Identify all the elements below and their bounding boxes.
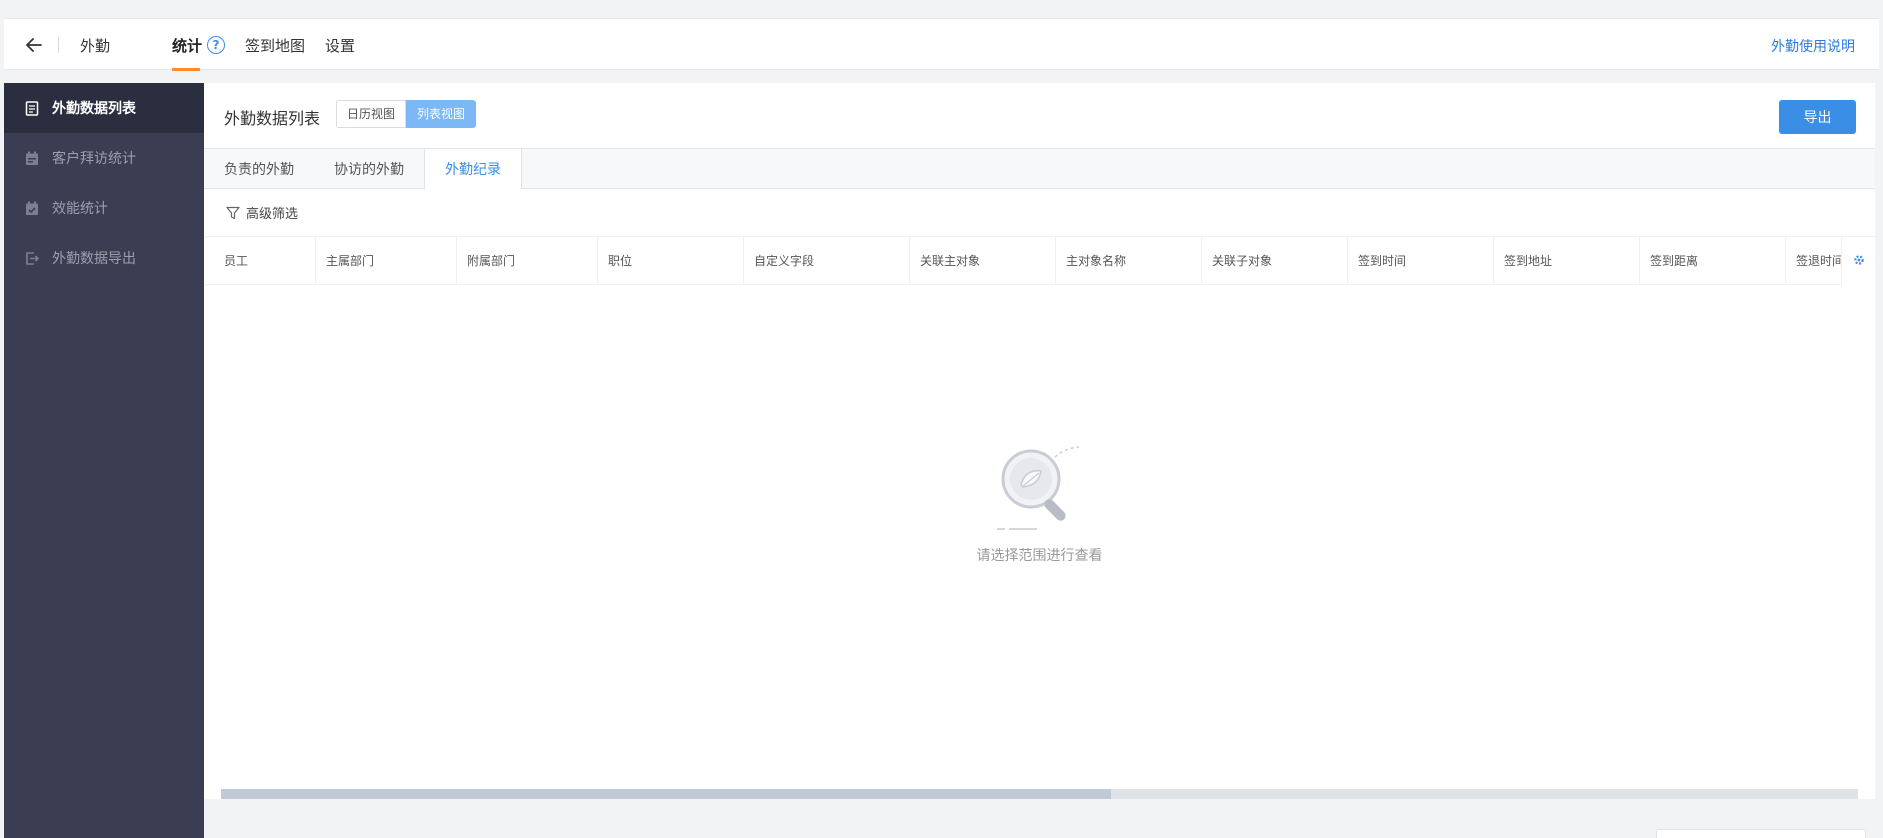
- empty-state: 请选择范围进行查看: [204, 443, 1875, 565]
- floating-panel-edge: [1656, 829, 1866, 838]
- sidebar: 外勤数据列表 客户拜访统计 效能统计 外勤数据导出: [4, 83, 204, 838]
- column-header[interactable]: 关联子对象: [1202, 236, 1348, 285]
- help-icon[interactable]: ?: [207, 36, 226, 54]
- page-title: 外勤数据列表: [224, 109, 321, 128]
- sidebar-item-label: 客户拜访统计: [52, 151, 136, 167]
- column-header[interactable]: 主对象名称: [1056, 236, 1202, 285]
- table-header: 员工 主属部门 附属部门 职位 自定义字段 关联主对象 主对象名称 关联子对象 …: [204, 236, 1875, 285]
- document-icon: [24, 100, 40, 116]
- sidebar-item-data-export[interactable]: 外勤数据导出: [4, 233, 204, 283]
- calendar-icon: [24, 150, 40, 166]
- column-header[interactable]: 签到时间: [1348, 236, 1494, 285]
- tab-assisted[interactable]: 协访的外勤: [314, 149, 424, 188]
- tab-responsible[interactable]: 负责的外勤: [204, 149, 314, 188]
- sidebar-item-efficiency[interactable]: 效能统计: [4, 183, 204, 233]
- column-header[interactable]: 主属部门: [316, 236, 457, 285]
- app-title: 外勤: [80, 37, 111, 55]
- nav-tab-label: 签到地图: [245, 36, 306, 55]
- export-button[interactable]: 导出: [1779, 100, 1856, 134]
- column-header[interactable]: 员工: [204, 236, 316, 285]
- export-icon: [24, 250, 40, 266]
- tab-records[interactable]: 外勤纪录: [424, 149, 522, 189]
- back-arrow-icon[interactable]: [22, 33, 46, 57]
- usage-guide-link[interactable]: 外勤使用说明: [1771, 36, 1855, 56]
- sidebar-item-label: 效能统计: [52, 201, 108, 217]
- column-header[interactable]: 签退时间: [1786, 237, 1841, 285]
- advanced-filter-label: 高级筛选: [246, 207, 299, 222]
- sidebar-item-data-list[interactable]: 外勤数据列表: [4, 83, 204, 133]
- view-toggle: 日历视图 列表视图: [336, 100, 477, 128]
- calendar-view-button[interactable]: 日历视图: [336, 100, 407, 128]
- horizontal-scrollbar[interactable]: [221, 789, 1858, 799]
- column-header[interactable]: 职位: [598, 236, 744, 285]
- filter-icon: [226, 206, 240, 220]
- main-panel: 外勤数据列表 日历视图 列表视图 导出 负责的外勤 协访的外勤 外勤纪录 高级筛…: [204, 83, 1875, 799]
- sidebar-item-label: 外勤数据导出: [52, 251, 136, 267]
- column-header[interactable]: 关联主对象: [910, 236, 1056, 285]
- list-view-button[interactable]: 列表视图: [406, 100, 477, 128]
- column-settings-button[interactable]: [1841, 237, 1875, 285]
- advanced-filter[interactable]: 高级筛选: [204, 189, 1875, 237]
- page-header: 外勤数据列表 日历视图 列表视图 导出: [204, 83, 1875, 149]
- top-nav-bar: 外勤 统计 ? 签到地图 设置 外勤使用说明: [4, 18, 1879, 71]
- column-header[interactable]: 签到地址: [1494, 236, 1640, 285]
- empty-state-text: 请选择范围进行查看: [976, 548, 1103, 564]
- gear-icon: [1852, 253, 1866, 270]
- nav-tab-checkin-map[interactable]: 签到地图: [245, 19, 305, 71]
- top-nav: 统计 ? 签到地图 设置: [172, 19, 375, 71]
- calendar-check-icon: [24, 200, 40, 216]
- column-header[interactable]: 签到距离: [1640, 236, 1786, 285]
- column-header[interactable]: 自定义字段: [744, 236, 910, 285]
- nav-tab-statistics[interactable]: 统计 ?: [172, 19, 226, 71]
- record-tabs: 负责的外勤 协访的外勤 外勤纪录: [204, 149, 1875, 189]
- nav-tab-settings[interactable]: 设置: [325, 19, 355, 71]
- magnifier-empty-icon: [996, 446, 1079, 530]
- sidebar-item-customer-visits[interactable]: 客户拜访统计: [4, 133, 204, 183]
- nav-tab-label: 统计: [172, 36, 203, 55]
- scrollbar-thumb[interactable]: [221, 789, 1111, 799]
- column-header[interactable]: 附属部门: [457, 236, 598, 285]
- nav-divider: [58, 37, 59, 53]
- nav-tab-label: 设置: [325, 36, 356, 55]
- sidebar-item-label: 外勤数据列表: [52, 101, 136, 117]
